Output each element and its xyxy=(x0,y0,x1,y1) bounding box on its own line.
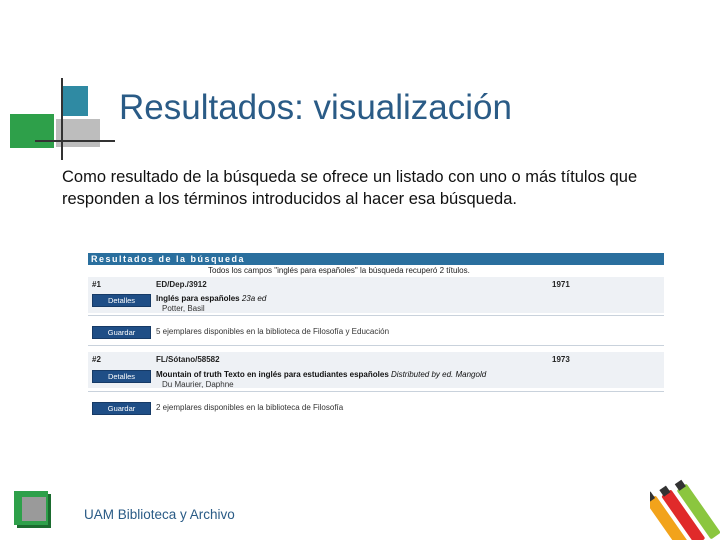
footer-label: UAM Biblioteca y Archivo xyxy=(84,507,235,522)
record-year: 1971 xyxy=(552,280,570,289)
slide-body-text: Como resultado de la búsqueda se ofrece … xyxy=(62,168,638,208)
search-results-screenshot: Resultados de la búsqueda Todos los camp… xyxy=(88,253,664,421)
record-author: Du Maurier, Daphne xyxy=(162,380,234,389)
decor-horizontal-line xyxy=(35,140,115,142)
record-location: FL/Sótano/58582 xyxy=(156,355,220,364)
record-title[interactable]: Inglés para españoles 23a ed xyxy=(156,294,266,303)
record-number: #2 xyxy=(92,355,101,364)
record-separator xyxy=(88,315,664,316)
record-title-text[interactable]: Inglés para españoles xyxy=(156,294,240,303)
decor-green-square xyxy=(10,114,54,148)
record-author: Potter, Basil xyxy=(162,304,205,313)
results-header-label: Resultados de la búsqueda xyxy=(91,254,246,264)
save-button[interactable]: Guardar xyxy=(92,402,151,415)
details-button[interactable]: Detalles xyxy=(92,370,151,383)
slide-title: Resultados: visualización xyxy=(119,88,512,127)
highlighter-markers-icon xyxy=(650,479,720,540)
record-number: #1 xyxy=(92,280,101,289)
record-title[interactable]: Mountain of truth Texto en inglés para e… xyxy=(156,370,486,379)
footer-gray-square xyxy=(22,497,46,521)
details-button[interactable]: Detalles xyxy=(92,294,151,307)
results-header-bar: Resultados de la búsqueda xyxy=(88,253,664,265)
record-copies: 2 ejemplares disponibles en la bibliotec… xyxy=(156,403,344,412)
record-edition: 23a ed xyxy=(241,294,267,303)
save-button[interactable]: Guardar xyxy=(92,326,151,339)
decor-teal-square xyxy=(61,86,88,116)
record-separator xyxy=(88,345,664,346)
record-title-text[interactable]: Mountain of truth Texto en inglés para e… xyxy=(156,370,389,379)
record-copies: 5 ejemplares disponibles en la bibliotec… xyxy=(156,327,390,336)
record-separator xyxy=(88,391,664,392)
record-location: ED/Dep./3912 xyxy=(156,280,207,289)
decor-vertical-line xyxy=(61,78,63,160)
record-year: 1973 xyxy=(552,355,570,364)
record-edition: Distributed by ed. Mangold xyxy=(391,370,487,379)
results-summary: Todos los campos "inglés para españoles"… xyxy=(208,266,470,275)
